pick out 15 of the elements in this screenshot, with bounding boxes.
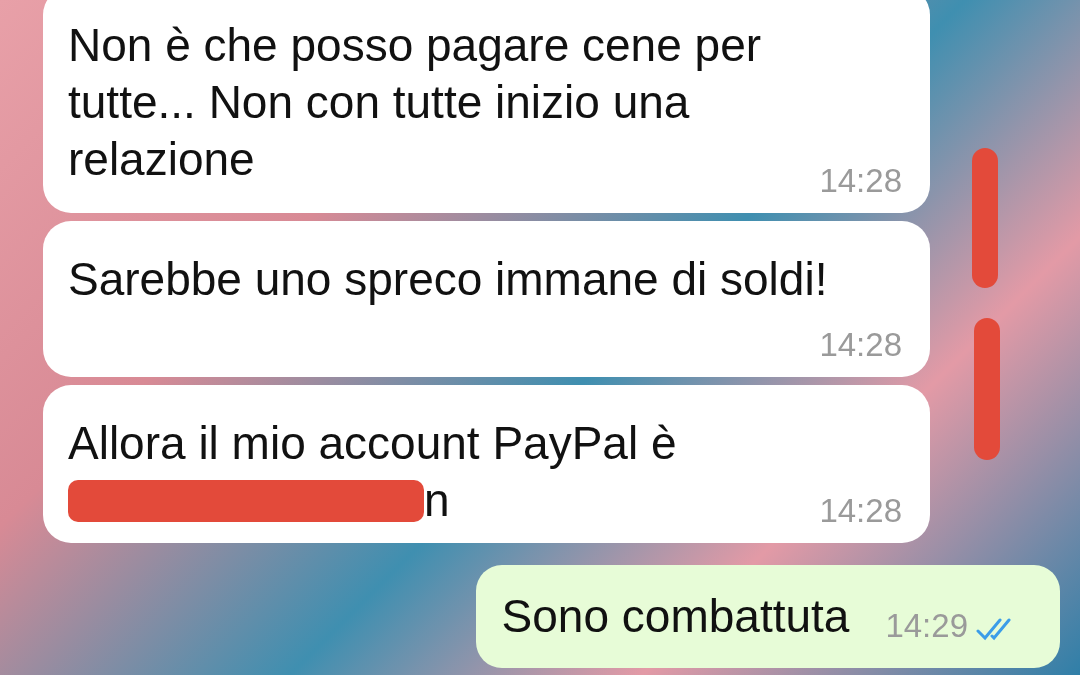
message-bubble[interactable]: Sarebbe uno spreco immane di soldi! 14:28 — [43, 221, 930, 377]
message-time: 14:28 — [819, 491, 902, 531]
message-text: relazione — [68, 132, 255, 187]
message-text: Allora il mio account PayPal è — [68, 416, 677, 471]
message-text: n — [424, 473, 450, 528]
message-text: tutte... Non con tutte inizio una — [68, 75, 690, 130]
message-bubble[interactable]: Non è che posso pagare cene per tutte... Non con tutte inizio una relazione 14:28 — [43, 0, 930, 213]
message-text: Sarebbe uno spreco immane di soldi! — [68, 252, 828, 307]
message-text: Non è che posso pagare cene per — [68, 18, 762, 73]
message-bubble[interactable]: Allora il mio account PayPal è n 14:28 — [43, 385, 930, 543]
message-time: 14:28 — [819, 325, 902, 365]
message-time: 14:28 — [819, 161, 902, 201]
message-text: Sono combattuta — [501, 589, 850, 644]
message-bubble[interactable]: Sono combattuta 14:29 — [475, 565, 1060, 668]
message-time: 14:29 — [885, 605, 968, 646]
